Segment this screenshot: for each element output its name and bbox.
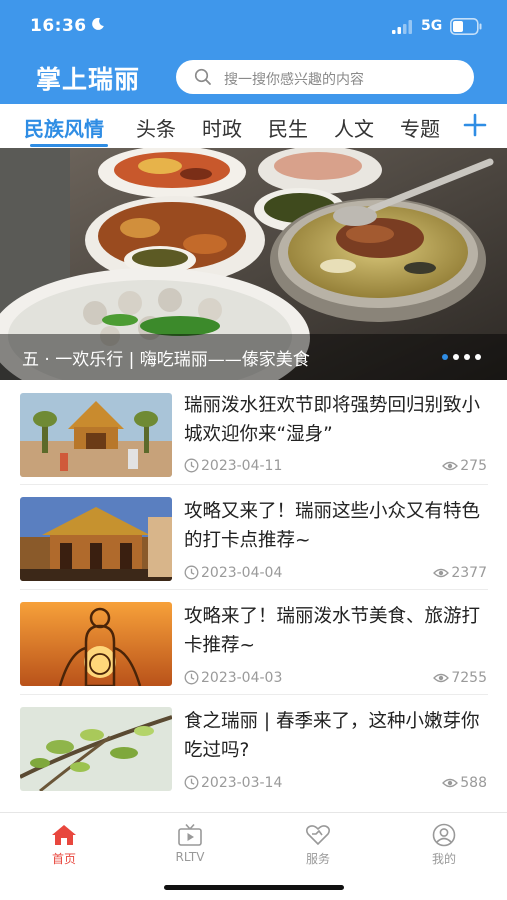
profile-icon [432, 823, 456, 847]
nav-home[interactable]: 首页 [24, 823, 104, 867]
carousel-dot-3[interactable] [464, 354, 470, 360]
search-bar[interactable]: 搜一搜你感兴趣的内容 [176, 60, 474, 94]
news-date-text: 2023-04-11 [201, 458, 283, 474]
active-tab-indicator [30, 144, 108, 147]
carousel-dot-4[interactable] [475, 354, 481, 360]
news-date-text: 2023-04-04 [201, 565, 283, 581]
news-views-count: 275 [460, 458, 487, 474]
carousel-dot-2[interactable] [453, 354, 459, 360]
eye-icon [442, 778, 459, 788]
news-item[interactable]: 攻略又来了！瑞丽这些小众又有特色的打卡点推荐~ 2023-04-04 2377 [0, 485, 507, 590]
news-title[interactable]: 食之瑞丽 | 春季来了，这种小嫩芽你吃过吗? [184, 707, 489, 765]
news-thumbnail-temple [20, 393, 172, 477]
tab-politics[interactable]: 时政 [202, 113, 242, 142]
battery-icon [450, 18, 482, 35]
signal-icon [392, 20, 412, 34]
news-views-count: 2377 [451, 565, 487, 581]
network-type: 5G [421, 18, 443, 34]
news-date-text: 2023-04-03 [201, 670, 283, 686]
nav-home-label[interactable]: 首页 [24, 850, 104, 867]
service-icon [306, 825, 330, 846]
news-date-text: 2023-03-14 [201, 775, 283, 791]
home-indicator[interactable] [164, 885, 344, 890]
nav-profile-label[interactable]: 我的 [404, 850, 484, 867]
tab-culture[interactable]: 人文 [334, 113, 374, 142]
banner-caption[interactable]: 五 · 一欢乐行 | 嗨吃瑞丽——傣家美食 [22, 345, 310, 370]
news-title[interactable]: 攻略来了！瑞丽泼水节美食、旅游打卡推荐~ [184, 602, 489, 660]
news-views: 2377 [433, 565, 487, 581]
home-icon [52, 825, 76, 845]
top-header: 16:36 5G 掌上瑞丽 搜一搜你感兴趣的内容 [0, 0, 507, 104]
nav-rltv[interactable]: RLTV [150, 823, 230, 864]
tab-ethnic-customs[interactable]: 民族风情 [24, 113, 104, 142]
news-title[interactable]: 攻略又来了！瑞丽这些小众又有特色的打卡点推荐~ [184, 497, 489, 555]
news-item[interactable]: 瑞丽泼水狂欢节即将强势回归别致小城欢迎你来“湿身” 2023-04-11 275 [0, 380, 507, 485]
tab-headlines[interactable]: 头条 [136, 113, 176, 142]
clock-icon [184, 565, 199, 580]
status-time: 16:36 [30, 16, 87, 36]
news-date: 2023-03-14 [184, 775, 282, 791]
clock-icon [184, 670, 199, 685]
news-date: 2023-04-04 [184, 565, 282, 581]
status-bar: 16:36 5G [0, 0, 507, 52]
tv-icon [178, 823, 202, 846]
app-title: 掌上瑞丽 [36, 65, 141, 94]
news-item[interactable]: 攻略来了！瑞丽泼水节美食、旅游打卡推荐~ 2023-04-03 7255 [0, 590, 507, 695]
nav-profile[interactable]: 我的 [404, 823, 484, 867]
eye-icon [433, 673, 450, 683]
carousel-dot-1[interactable] [442, 354, 448, 360]
search-placeholder[interactable]: 搜一搜你感兴趣的内容 [224, 69, 364, 89]
clock-icon [184, 458, 199, 473]
clock-icon [184, 775, 199, 790]
tab-livelihood[interactable]: 民生 [268, 113, 308, 142]
nav-service[interactable]: 服务 [278, 823, 358, 867]
news-date: 2023-04-11 [184, 458, 282, 474]
news-views: 275 [442, 458, 487, 474]
news-thumbnail-buddha-sunset [20, 602, 172, 686]
add-channel-icon[interactable] [462, 112, 488, 138]
news-views-count: 7255 [451, 670, 487, 686]
eye-icon [433, 568, 450, 578]
tab-special[interactable]: 专题 [400, 113, 440, 142]
news-item[interactable]: 食之瑞丽 | 春季来了，这种小嫩芽你吃过吗? 2023-03-14 588 [0, 695, 507, 800]
moon-icon [92, 17, 104, 30]
news-views: 7255 [433, 670, 487, 686]
search-icon [194, 68, 211, 85]
banner-carousel[interactable]: 五 · 一欢乐行 | 嗨吃瑞丽——傣家美食 [0, 148, 507, 380]
nav-service-label[interactable]: 服务 [278, 850, 358, 867]
news-date: 2023-04-03 [184, 670, 282, 686]
eye-icon [442, 461, 459, 471]
nav-rltv-label[interactable]: RLTV [150, 850, 230, 864]
news-thumbnail-sprouts [20, 707, 172, 791]
news-title[interactable]: 瑞丽泼水狂欢节即将强势回归别致小城欢迎你来“湿身” [184, 391, 489, 449]
news-views: 588 [442, 775, 487, 791]
news-thumbnail-building [20, 497, 172, 581]
category-tabs: 民族风情 头条 时政 民生 人文 专题 [0, 104, 507, 148]
news-views-count: 588 [460, 775, 487, 791]
